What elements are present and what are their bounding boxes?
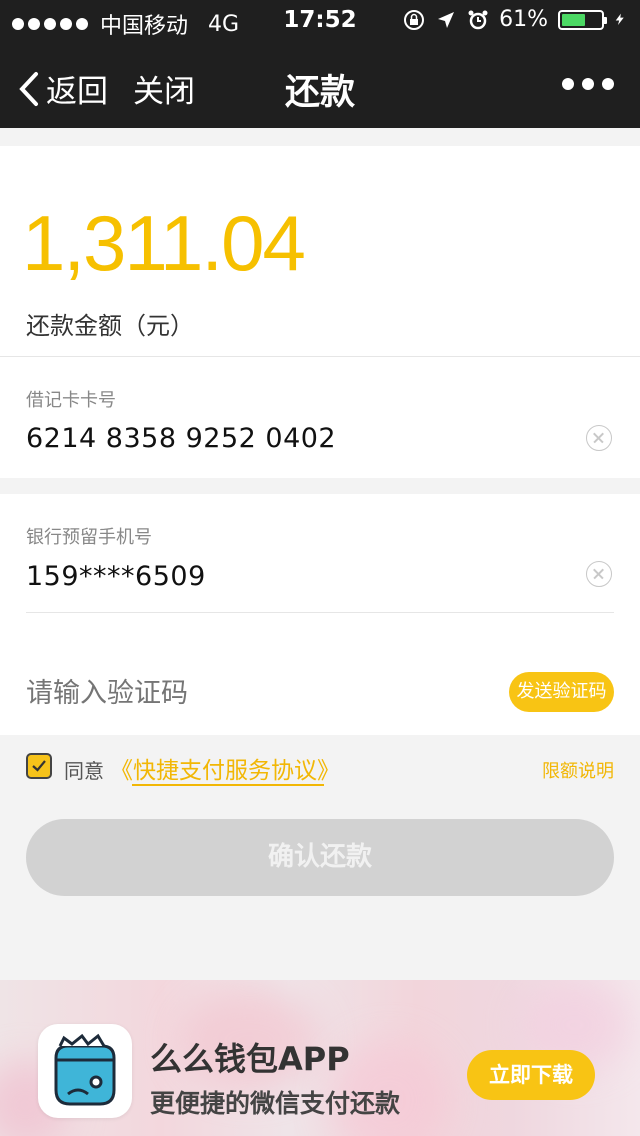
- top-bar: 中国移动 4G 17:52 61% 返回 关闭 还款: [0, 0, 640, 128]
- chevron-left-icon: [19, 71, 38, 106]
- agree-checkbox[interactable]: [26, 753, 52, 779]
- card-number-field[interactable]: 6214 8358 9252 0402: [26, 423, 336, 454]
- divider: [26, 612, 614, 613]
- card-number-section: 借记卡卡号 6214 8358 9252 0402: [0, 357, 640, 478]
- close-button[interactable]: 关闭: [133, 66, 195, 111]
- app-promo-banner[interactable]: 么么钱包APP 更便捷的微信支付还款 立即下载: [0, 980, 640, 1136]
- phone-field[interactable]: 159****6509: [26, 561, 206, 592]
- phone-label: 银行预留手机号: [26, 527, 152, 548]
- app-name: 么么钱包APP: [150, 1040, 350, 1078]
- back-label: 返回: [46, 74, 108, 110]
- status-right: 61%: [403, 7, 628, 32]
- agree-label: 同意: [64, 759, 104, 783]
- repayment-amount: 1,311.04: [22, 199, 306, 287]
- checkmark-icon: [32, 760, 46, 772]
- send-code-button[interactable]: 发送验证码: [509, 672, 614, 712]
- location-arrow-icon: [438, 11, 455, 28]
- protocol-underline: [132, 784, 324, 786]
- app-slogan: 更便捷的微信支付还款: [150, 1089, 401, 1118]
- battery-percent: 61%: [499, 7, 548, 32]
- clear-card-number-icon[interactable]: [586, 425, 612, 451]
- payment-protocol-link[interactable]: 《快捷支付服务协议》: [110, 751, 340, 785]
- confirm-repayment-button[interactable]: 确认还款: [26, 819, 614, 896]
- more-options-icon[interactable]: [562, 78, 614, 90]
- status-bar: 中国移动 4G 17:52 61%: [0, 0, 640, 40]
- back-button[interactable]: 返回: [18, 66, 108, 111]
- wallet-logo-icon: [54, 1033, 116, 1106]
- app-logo: [38, 1024, 132, 1118]
- verification-code-input[interactable]: [26, 678, 446, 709]
- lock-rotation-icon: [404, 9, 425, 30]
- charging-bolt-icon: [615, 13, 624, 25]
- navigation-bar: 返回 关闭 还款: [0, 40, 640, 128]
- battery-icon: [558, 9, 607, 30]
- alarm-icon: [468, 10, 488, 29]
- agreement-row: 同意 《快捷支付服务协议》 限额说明: [0, 735, 640, 805]
- clear-phone-icon[interactable]: [586, 561, 612, 587]
- amount-card: 1,311.04 还款金额（元）: [0, 146, 640, 356]
- limit-info-link[interactable]: 限额说明: [542, 757, 614, 783]
- card-number-label: 借记卡卡号: [26, 390, 116, 411]
- repayment-amount-label: 还款金额（元）: [26, 312, 194, 340]
- download-button[interactable]: 立即下载: [467, 1050, 595, 1100]
